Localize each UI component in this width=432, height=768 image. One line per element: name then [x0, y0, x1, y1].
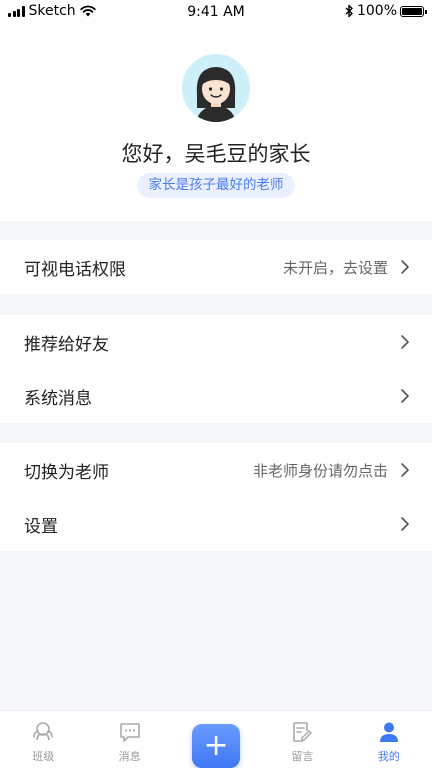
menu-item-label: 推荐给好友 [24, 334, 109, 355]
tab-mine[interactable]: 我的 [346, 711, 432, 768]
menu-group-social: 推荐给好友 系统消息 [0, 315, 432, 423]
menu-group-account: 切换为老师 非老师身份请勿点击 设置 [0, 443, 432, 551]
user-icon [379, 722, 398, 742]
tab-label: 消息 [118, 750, 141, 763]
menu-item-recommend[interactable]: 推荐给好友 [0, 315, 432, 369]
avatar[interactable] [182, 54, 250, 122]
menu-item-label: 设置 [24, 516, 58, 537]
tab-notes[interactable]: 留言 [259, 711, 345, 768]
menu-item-switch-teacher[interactable]: 切换为老师 非老师身份请勿点击 [0, 443, 432, 497]
bluetooth-icon [345, 4, 353, 18]
status-bar: Sketch 9:41 AM 100% [0, 0, 432, 24]
tab-add[interactable]: + [173, 711, 259, 768]
class-icon [33, 722, 54, 741]
menu-item-value: 非老师身份请勿点击 [252, 461, 388, 480]
menu-item-label: 系统消息 [24, 388, 92, 409]
menu-item-settings[interactable]: 设置 [0, 497, 432, 551]
greeting-text: 您好，吴毛豆的家长 [121, 142, 311, 166]
menu-item-label: 切换为老师 [24, 462, 109, 483]
add-button[interactable]: + [192, 724, 241, 768]
tab-label: 我的 [377, 750, 400, 763]
chevron-right-icon [401, 517, 409, 531]
battery-icon [400, 5, 427, 17]
tab-label: 留言 [291, 750, 314, 763]
tagline-badge: 家长是孩子最好的老师 [137, 173, 295, 198]
note-icon [293, 722, 313, 742]
avatar-illustration [182, 54, 250, 122]
battery-percent: 100% [356, 3, 397, 19]
tab-label: 班级 [32, 750, 55, 763]
chevron-right-icon [401, 335, 409, 349]
chevron-right-icon [401, 260, 409, 274]
tab-class[interactable]: 班级 [0, 711, 86, 768]
menu-item-label: 可视电话权限 [24, 259, 126, 280]
bottom-tab-bar: 班级 消息 + 留言 我的 [0, 710, 432, 768]
menu-group-permissions: 可视电话权限 未开启，去设置 [0, 240, 432, 294]
message-icon [119, 723, 140, 742]
tab-messages[interactable]: 消息 [86, 711, 172, 768]
status-right: 100% [345, 3, 427, 19]
menu-item-system-messages[interactable]: 系统消息 [0, 369, 432, 423]
menu-item-value: 未开启，去设置 [282, 258, 388, 277]
menu-item-video-call[interactable]: 可视电话权限 未开启，去设置 [0, 240, 432, 294]
chevron-right-icon [401, 463, 409, 477]
chevron-right-icon [401, 389, 409, 403]
profile-card: 您好，吴毛豆的家长 家长是孩子最好的老师 [0, 24, 432, 221]
